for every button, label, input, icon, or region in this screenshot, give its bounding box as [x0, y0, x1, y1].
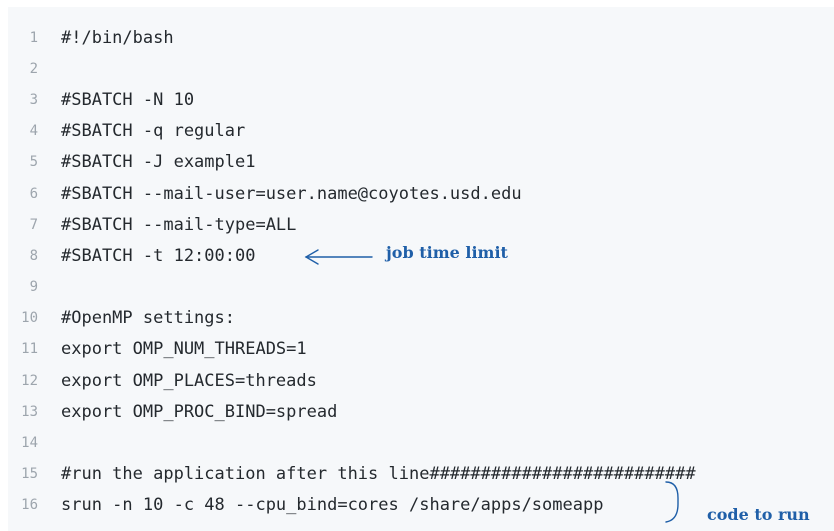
time-limit-annotation: job time limit: [386, 243, 508, 262]
code-line-1: 1 #!/bin/bash: [8, 22, 834, 53]
line-number: 9: [29, 279, 38, 296]
line-code: #!/bin/bash: [61, 27, 174, 48]
code-line-10: 10 #OpenMP settings:: [8, 303, 834, 334]
line-number: 16: [21, 497, 38, 514]
code-lines: 1 #!/bin/bash 2 3 #SBATCH -N 10 4 #SBATC…: [8, 22, 834, 521]
line-number: 2: [29, 60, 38, 77]
code-line-15: 15 #run the application after this line#…: [8, 459, 834, 490]
line-code: #OpenMP settings:: [61, 308, 235, 329]
line-number: 5: [29, 154, 38, 171]
code-line-3: 3 #SBATCH -N 10: [8, 84, 834, 115]
code-block: 1 #!/bin/bash 2 3 #SBATCH -N 10 4 #SBATC…: [8, 7, 834, 531]
code-line-9: 9: [8, 272, 834, 303]
code-line-12: 12 export OMP_PLACES=threads: [8, 365, 834, 396]
line-code: #SBATCH -q regular: [61, 121, 246, 142]
code-line-7: 7 #SBATCH --mail-type=ALL: [8, 209, 834, 240]
line-code: #SBATCH -J example1: [61, 152, 256, 173]
line-code: export OMP_NUM_THREADS=1: [61, 339, 307, 360]
line-number: 3: [29, 91, 38, 108]
line-number: 6: [29, 185, 38, 202]
line-number: 10: [21, 310, 38, 327]
code-line-6: 6 #SBATCH --mail-user=user.name@coyotes.…: [8, 178, 834, 209]
line-number: 1: [29, 29, 38, 46]
code-line-14: 14: [8, 427, 834, 458]
line-number: 7: [29, 216, 38, 233]
line-code: #SBATCH --mail-type=ALL: [61, 214, 297, 235]
code-line-4: 4 #SBATCH -q regular: [8, 116, 834, 147]
code-line-11: 11 export OMP_NUM_THREADS=1: [8, 334, 834, 365]
code-to-run-annotation: code to run: [707, 505, 810, 524]
line-number: 14: [21, 435, 38, 452]
code-line-13: 13 export OMP_PROC_BIND=spread: [8, 396, 834, 427]
line-code: export OMP_PLACES=threads: [61, 370, 317, 391]
line-code: srun -n 10 -c 48 --cpu_bind=cores /share…: [61, 495, 604, 516]
line-number: 11: [21, 341, 38, 358]
line-code: #SBATCH -t 12:00:00: [61, 245, 256, 266]
line-code: #SBATCH -N 10: [61, 89, 195, 110]
line-code: #SBATCH --mail-user=user.name@coyotes.us…: [61, 183, 522, 204]
line-number: 15: [21, 466, 38, 483]
line-number: 8: [29, 247, 38, 264]
line-number: 12: [21, 372, 38, 389]
line-code: export OMP_PROC_BIND=spread: [61, 401, 338, 422]
code-line-5: 5 #SBATCH -J example1: [8, 147, 834, 178]
code-line-2: 2: [8, 53, 834, 84]
line-code: #run the application after this line####…: [61, 464, 696, 485]
line-number: 13: [21, 403, 38, 420]
line-number: 4: [29, 123, 38, 140]
